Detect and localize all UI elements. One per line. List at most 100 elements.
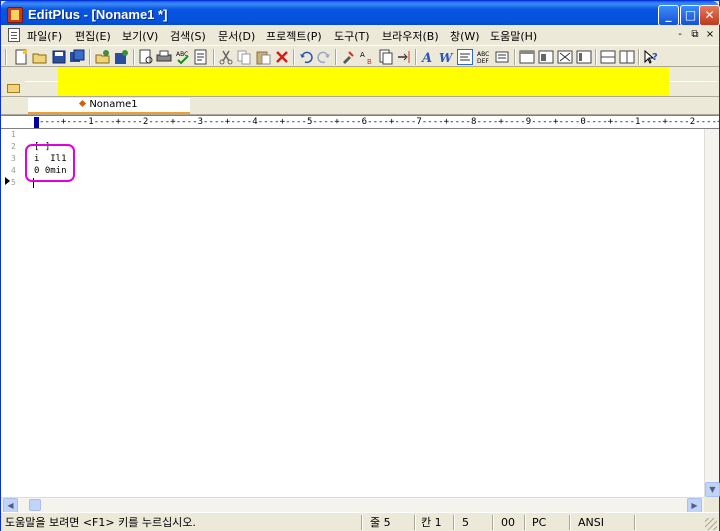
word-wrap-icon[interactable]: [193, 49, 209, 65]
status-divider: [492, 515, 494, 530]
view-toolbar-icon[interactable]: [557, 49, 573, 65]
toolbar-separator: [638, 49, 640, 65]
menu-help[interactable]: 도움말(H): [490, 28, 537, 44]
svg-text:?: ?: [652, 52, 658, 63]
font-icon[interactable]: A: [420, 49, 436, 65]
menu-edit[interactable]: 편집(E): [75, 28, 111, 44]
find-icon[interactable]: [340, 49, 356, 65]
save-all-icon[interactable]: [69, 49, 85, 65]
tab-noname1[interactable]: Noname1: [28, 98, 190, 114]
current-line-arrow-icon: [5, 177, 10, 185]
view-browser-icon[interactable]: [519, 49, 535, 65]
toolbar-separator: [293, 49, 295, 65]
toolbar-grip[interactable]: [5, 49, 7, 65]
scroll-down-icon[interactable]: ▼: [705, 482, 720, 497]
menu-file[interactable]: 파일(F): [27, 28, 62, 44]
view-output-icon[interactable]: [538, 49, 554, 65]
status-count: 5: [462, 516, 469, 529]
status-divider: [569, 515, 571, 530]
split-vertical-icon[interactable]: [619, 49, 635, 65]
status-bar: 도움말을 보려면 <F1> 키를 누르십시오. 줄 5 칸 1 5 00 PC …: [1, 512, 719, 531]
document-tab-bar: Noname1: [1, 97, 719, 115]
toolbar-separator: [415, 49, 417, 65]
menu-view[interactable]: 보기(V): [122, 28, 158, 44]
svg-text:W: W: [439, 51, 454, 65]
redo-icon[interactable]: [316, 49, 332, 65]
ftp-save-icon[interactable]: [113, 49, 129, 65]
menu-project[interactable]: 프로젝트(P): [266, 28, 322, 44]
paste-icon[interactable]: [255, 49, 271, 65]
line-number: 4: [11, 166, 16, 175]
svg-text:B: B: [367, 58, 372, 65]
status-encoding[interactable]: ANSI: [578, 515, 604, 530]
wrap-lines-icon[interactable]: [457, 49, 473, 65]
mdi-restore-button[interactable]: ⧉: [688, 28, 702, 42]
horizontal-scrollbar[interactable]: ◀ ▶: [1, 497, 704, 513]
undo-icon[interactable]: [298, 49, 314, 65]
column-select-icon[interactable]: ABCDEF: [476, 49, 492, 65]
minimize-button[interactable]: _: [658, 5, 679, 26]
annotation-highlight-box: [25, 144, 75, 182]
scroll-left-icon[interactable]: ◀: [3, 498, 18, 513]
maximize-button[interactable]: □: [680, 5, 701, 26]
text-editor[interactable]: 1 2 3 4 5 [ ] i Il1 0 0min: [1, 129, 704, 497]
status-divider: [414, 515, 416, 530]
print-preview-icon[interactable]: [138, 49, 154, 65]
editplus-window: EditPlus - [Noname1 *] _ □ ✕ 파일(F) 편집(E)…: [0, 0, 720, 531]
status-line[interactable]: 줄 5: [370, 515, 391, 530]
view-cliptext-icon[interactable]: [576, 49, 592, 65]
folder-icon[interactable]: [7, 84, 20, 93]
save-icon[interactable]: [51, 49, 67, 65]
menu-search[interactable]: 검색(S): [170, 28, 206, 44]
help-icon[interactable]: ?: [643, 49, 659, 65]
word-wrap-w-icon[interactable]: W: [438, 49, 454, 65]
toolbar-separator: [89, 49, 91, 65]
line-number: 1: [11, 130, 16, 139]
bar-divider: [25, 81, 58, 82]
status-divider: [453, 515, 455, 530]
editplus-app-icon[interactable]: [7, 7, 23, 23]
cut-icon[interactable]: [218, 49, 234, 65]
svg-text:A: A: [360, 51, 365, 59]
spell-check-icon[interactable]: ABC: [175, 49, 191, 65]
copy-icon[interactable]: [236, 49, 252, 65]
menu-document[interactable]: 문서(D): [218, 28, 255, 44]
svg-text:A: A: [420, 51, 432, 65]
svg-text:ABC: ABC: [477, 51, 489, 58]
ruler-scale: ----+----1----+----2----+----3----+----4…: [39, 117, 719, 127]
scroll-right-icon[interactable]: ▶: [687, 498, 702, 513]
horizontal-scroll-thumb[interactable]: [29, 499, 41, 511]
split-horizontal-icon[interactable]: [600, 49, 616, 65]
window-title: EditPlus - [Noname1 *]: [28, 7, 168, 22]
status-hex-code: 00: [501, 516, 515, 529]
modified-dot-icon: [79, 99, 87, 108]
vertical-scrollbar[interactable]: ▼: [704, 129, 720, 497]
svg-text:DEF: DEF: [477, 58, 489, 65]
mdi-close-button[interactable]: ×: [703, 28, 717, 42]
mdi-minimize-button[interactable]: -: [673, 28, 687, 42]
status-file-format[interactable]: PC: [532, 515, 546, 530]
line-number: 5: [11, 178, 16, 187]
find-in-files-icon[interactable]: [378, 49, 394, 65]
menu-browser[interactable]: 브라우저(B): [382, 28, 439, 44]
resize-grip-icon[interactable]: [705, 518, 717, 530]
status-help-text: 도움말을 보려면 <F1> 키를 누르십시오.: [5, 516, 196, 529]
status-divider: [524, 515, 526, 530]
goto-icon[interactable]: [396, 49, 412, 65]
scrollbar-corner: [704, 497, 719, 512]
document-icon[interactable]: [8, 28, 20, 42]
bar-divider: [669, 81, 717, 82]
open-folder-icon[interactable]: [32, 49, 48, 65]
replace-icon[interactable]: AB: [359, 49, 375, 65]
menu-tools[interactable]: 도구(T): [334, 28, 370, 44]
close-button[interactable]: ✕: [699, 5, 720, 26]
delete-icon[interactable]: [274, 49, 290, 65]
status-column[interactable]: 칸 1: [421, 515, 442, 530]
new-file-icon[interactable]: [13, 49, 29, 65]
ftp-open-icon[interactable]: [95, 49, 111, 65]
print-icon[interactable]: [156, 49, 172, 65]
line-number: 2: [11, 142, 16, 151]
hex-view-icon[interactable]: [495, 49, 511, 65]
menu-window[interactable]: 창(W): [450, 28, 480, 44]
toolbar-separator: [213, 49, 215, 65]
